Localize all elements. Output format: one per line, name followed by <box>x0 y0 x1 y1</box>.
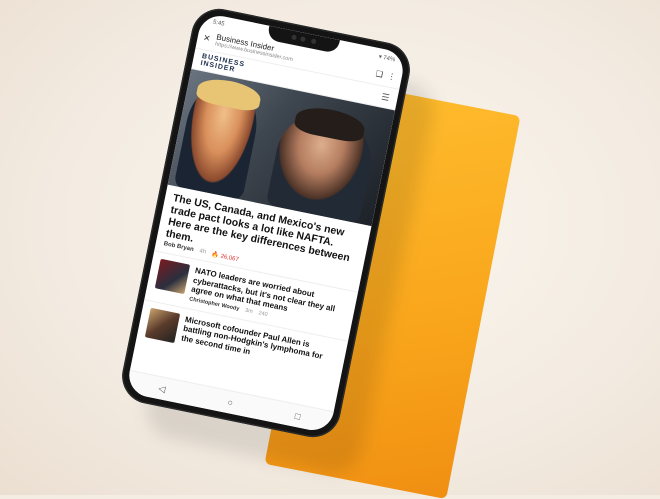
story-thumbnail <box>154 258 191 295</box>
camera-icon <box>291 34 298 41</box>
recent-apps-icon[interactable]: □ <box>294 411 301 422</box>
home-icon[interactable]: ○ <box>227 397 234 408</box>
camera-icon <box>310 38 317 45</box>
status-right: ▾ 74% <box>378 53 396 63</box>
story-thumbnail <box>144 307 181 343</box>
story-time: 3m <box>244 307 254 315</box>
hamburger-menu-icon[interactable]: ☰ <box>380 91 391 103</box>
camera-icon <box>299 36 306 43</box>
overflow-menu-icon[interactable]: ⋮ <box>387 71 397 81</box>
lead-time: 4h <box>198 248 207 256</box>
back-icon[interactable]: ◁ <box>158 383 167 395</box>
story-count: 240 <box>257 309 269 318</box>
close-icon[interactable]: × <box>202 32 211 45</box>
status-time: 5:45 <box>212 19 225 28</box>
bookmark-icon[interactable]: ❑ <box>375 68 384 78</box>
browser-actions: ❑ ⋮ <box>375 68 397 81</box>
